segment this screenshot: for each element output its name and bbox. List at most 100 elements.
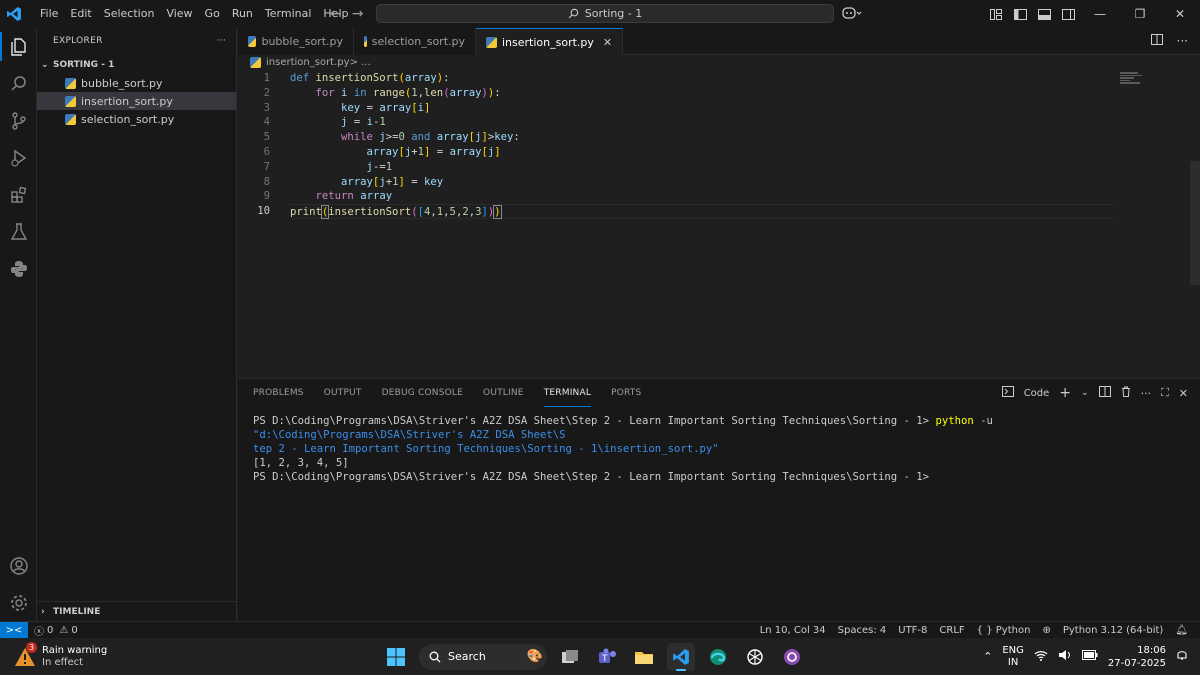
more-actions-icon[interactable]: ··· [1177,34,1188,48]
chatgpt-icon[interactable] [741,643,769,671]
menu-terminal[interactable]: Terminal [259,0,318,28]
accounts-icon[interactable] [0,547,37,584]
vscode-taskbar-icon[interactable] [667,642,695,671]
back-arrow-icon[interactable]: ← [330,6,342,22]
code-line: 8 array[j+1] = key [238,175,1200,190]
copilot-status-icon[interactable]: ⊕ [1042,625,1050,636]
tab-insertion-sort[interactable]: insertion_sort.py ✕ [476,28,624,55]
tab-problems[interactable]: PROBLEMS [253,379,304,407]
cursor-position[interactable]: Ln 10, Col 34 [760,625,826,636]
file-selection-sort[interactable]: selection_sort.py [37,110,236,128]
volume-icon[interactable] [1058,649,1072,664]
weather-widget[interactable]: 3 Rain warning In effect [14,641,107,669]
restore-icon[interactable]: ❐ [1120,0,1160,28]
minimap[interactable] [1120,72,1142,88]
edge-browser-icon[interactable] [704,643,732,671]
start-windows-icon[interactable] [382,643,410,671]
search-sidebar-icon[interactable] [0,65,37,102]
command-center-label: Sorting - 1 [584,7,643,20]
tab-label: bubble_sort.py [261,35,343,48]
menu-view[interactable]: View [160,0,198,28]
indentation[interactable]: Spaces: 4 [838,625,887,636]
tab-bubble-sort[interactable]: bubble_sort.py [238,28,354,55]
new-terminal-plus-icon[interactable]: + [1059,385,1071,401]
customize-layout-icon[interactable] [984,0,1008,28]
tab-debug-console[interactable]: DEBUG CONSOLE [382,379,463,407]
python-file-icon [65,77,76,89]
forward-arrow-icon[interactable]: → [352,6,364,22]
python-icon[interactable] [0,250,37,287]
testing-icon[interactable] [0,213,37,250]
notifications-bell-icon[interactable]: 🔔︎ [1175,625,1188,636]
explorer-sidebar: EXPLORER ··· ⌄ SORTING - 1 bubble_sort.p… [37,28,237,621]
breadcrumb-rest[interactable]: > ... [350,57,371,68]
close-window-icon[interactable]: ✕ [1160,0,1200,28]
tab-outline[interactable]: OUTLINE [483,379,524,407]
github-desktop-icon[interactable] [778,643,806,671]
breadcrumb: insertion_sort.py > ... [238,55,1200,70]
command-center[interactable]: Sorting - 1 [376,4,834,23]
warning-count: 0 [71,624,78,636]
maximize-panel-icon[interactable]: ⛶ [1161,386,1169,400]
menu-go[interactable]: Go [199,0,226,28]
file-explorer-icon[interactable] [630,643,658,671]
trash-icon[interactable] [1121,386,1131,400]
language-label: Python [995,624,1031,636]
terminal-output[interactable]: PS D:\Coding\Programs\DSA\Striver's A2Z … [238,407,1200,491]
tab-output[interactable]: OUTPUT [324,379,362,407]
tab-selection-sort[interactable]: selection_sort.py [354,28,476,55]
file-insertion-sort[interactable]: insertion_sort.py [37,92,236,110]
split-editor-icon[interactable] [1150,34,1163,48]
encoding[interactable]: UTF-8 [898,625,927,636]
menu-edit[interactable]: Edit [64,0,97,28]
split-terminal-icon[interactable] [1098,386,1111,400]
extensions-icon[interactable] [0,176,37,213]
chevron-up-icon[interactable]: ⌃ [983,650,992,663]
file-bubble-sort[interactable]: bubble_sort.py [37,74,236,92]
timeline-section[interactable]: › TIMELINE [37,601,236,621]
language-mode[interactable]: { } Python [977,625,1031,636]
clock-date: 27-07-2025 [1107,657,1166,669]
line-ending[interactable]: CRLF [939,625,964,636]
folder-sorting-1[interactable]: ⌄ SORTING - 1 [37,56,236,74]
copilot-icon[interactable] [842,6,862,23]
more-actions-icon[interactable]: ··· [217,36,226,46]
python-file-icon [364,36,367,47]
clock[interactable]: 18:06 27-07-2025 [1108,644,1166,670]
python-interpreter[interactable]: Python 3.12 (64-bit) [1063,625,1163,636]
close-tab-icon[interactable]: ✕ [603,36,612,49]
toggle-primary-sidebar-icon[interactable] [1008,0,1032,28]
explorer-icon[interactable] [0,28,37,65]
breadcrumb-file[interactable]: insertion_sort.py [266,57,350,68]
menu-selection[interactable]: Selection [98,0,161,28]
close-panel-icon[interactable]: ✕ [1179,387,1188,400]
taskbar-search[interactable]: Search 🎨 [419,643,547,670]
explorer-title: EXPLORER [53,36,103,46]
chevron-down-icon[interactable]: ⌄ [1081,388,1089,398]
more-actions-icon[interactable]: ··· [1141,387,1152,400]
task-view-icon[interactable] [556,643,584,671]
terminal-shell-name[interactable]: Code [1024,388,1050,399]
teams-icon[interactable]: T [593,643,621,671]
run-and-debug-icon[interactable] [0,139,37,176]
settings-gear-icon[interactable] [0,584,37,621]
tab-ports[interactable]: PORTS [611,379,641,407]
source-control-icon[interactable] [0,102,37,139]
vertical-scrollbar[interactable] [1190,161,1200,285]
problems-indicator[interactable]: ⓧ 0 ⚠ 0 [34,623,78,638]
input-language[interactable]: ENG IN [1002,645,1024,669]
code-editor[interactable]: 1 def insertionSort(array): 2 for i in ra… [238,71,1200,220]
code-text: j = i-1 [341,116,386,129]
battery-icon[interactable] [1081,650,1098,663]
code-text: for i in range(1,len(array)): [315,86,501,99]
line-number: 2 [263,86,270,99]
minimize-icon[interactable]: — [1080,0,1120,28]
menu-file[interactable]: File [34,0,64,28]
remote-indicator-icon[interactable]: >< [0,621,28,639]
notification-center-icon[interactable] [1176,649,1188,664]
tab-terminal[interactable]: TERMINAL [543,379,592,407]
toggle-secondary-sidebar-icon[interactable] [1056,0,1080,28]
wifi-icon[interactable] [1034,650,1048,664]
menu-run[interactable]: Run [226,0,259,28]
toggle-panel-icon[interactable] [1032,0,1056,28]
